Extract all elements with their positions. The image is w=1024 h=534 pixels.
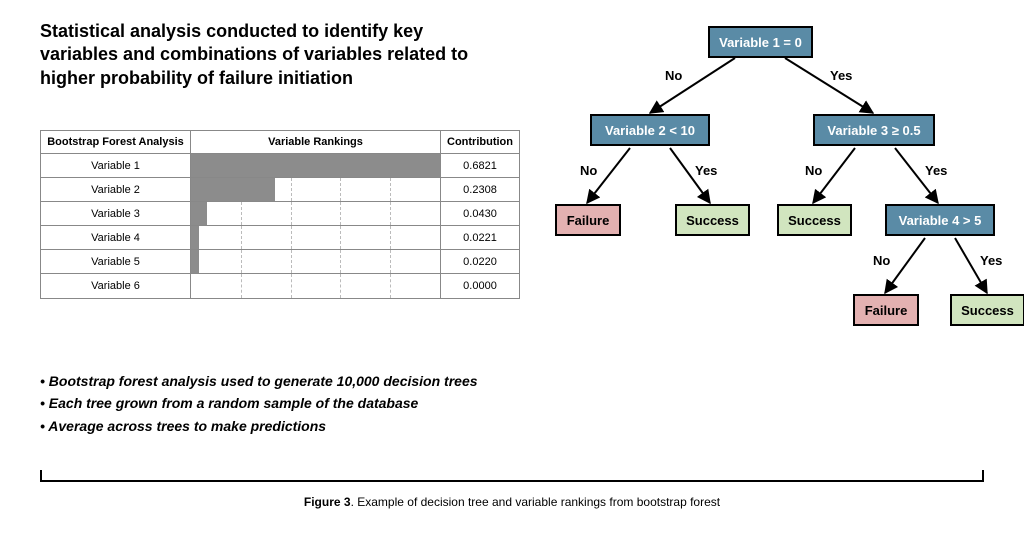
- caption-rest: . Example of decision tree and variable …: [351, 495, 721, 509]
- tree-node-success-1: Success: [675, 204, 750, 236]
- row-variable-name: Variable 1: [41, 154, 191, 177]
- row-variable-name: Variable 3: [41, 202, 191, 225]
- edge-no: No: [665, 68, 682, 83]
- bullet-list: Bootstrap forest analysis used to genera…: [40, 370, 590, 437]
- table-row: Variable 6 0.0000: [41, 274, 519, 298]
- contribution-bar: [191, 250, 199, 273]
- tree-node-success-3: Success: [950, 294, 1024, 326]
- tree-node-var2: Variable 2 < 10: [590, 114, 710, 146]
- row-variable-name: Variable 2: [41, 178, 191, 201]
- table-row: Variable 1 0.6821: [41, 154, 519, 178]
- row-contribution-value: 0.0430: [441, 202, 519, 225]
- table-row: Variable 3 0.0430: [41, 202, 519, 226]
- table-row: Variable 5 0.0220: [41, 250, 519, 274]
- row-contribution-value: 0.6821: [441, 154, 519, 177]
- row-bar-cell: [191, 178, 441, 201]
- contribution-bar: [191, 202, 207, 225]
- bullet-item: Average across trees to make predictions: [40, 415, 590, 437]
- tree-node-root: Variable 1 = 0: [708, 26, 813, 58]
- edge-yes: Yes: [695, 163, 717, 178]
- row-contribution-value: 0.0000: [441, 274, 519, 298]
- row-variable-name: Variable 5: [41, 250, 191, 273]
- rankings-table: Bootstrap Forest Analysis Variable Ranki…: [40, 130, 520, 299]
- tree-node-success-2: Success: [777, 204, 852, 236]
- decision-tree: Variable 1 = 0 Variable 2 < 10 Variable …: [555, 18, 1005, 418]
- table-row: Variable 2 0.2308: [41, 178, 519, 202]
- row-contribution-value: 0.2308: [441, 178, 519, 201]
- edge-no: No: [873, 253, 890, 268]
- bullet-item: Bootstrap forest analysis used to genera…: [40, 370, 590, 392]
- row-contribution-value: 0.0221: [441, 226, 519, 249]
- header-rankings: Variable Rankings: [191, 131, 441, 153]
- row-contribution-value: 0.0220: [441, 250, 519, 273]
- row-bar-cell: [191, 202, 441, 225]
- row-bar-cell: [191, 154, 441, 177]
- header-analysis: Bootstrap Forest Analysis: [41, 131, 191, 153]
- edge-yes: Yes: [980, 253, 1002, 268]
- table-header-row: Bootstrap Forest Analysis Variable Ranki…: [41, 131, 519, 154]
- table-row: Variable 4 0.0221: [41, 226, 519, 250]
- row-variable-name: Variable 4: [41, 226, 191, 249]
- page-title: Statistical analysis conducted to identi…: [40, 20, 500, 90]
- bullet-item: Each tree grown from a random sample of …: [40, 392, 590, 414]
- header-contribution: Contribution: [441, 131, 519, 153]
- row-bar-cell: [191, 250, 441, 273]
- tree-node-var3: Variable 3 ≥ 0.5: [813, 114, 935, 146]
- caption-lead: Figure 3: [304, 495, 351, 509]
- row-variable-name: Variable 6: [41, 274, 191, 298]
- edge-yes: Yes: [925, 163, 947, 178]
- edge-no: No: [580, 163, 597, 178]
- tree-node-failure-left: Failure: [555, 204, 621, 236]
- contribution-bar: [191, 154, 440, 177]
- contribution-bar: [191, 226, 199, 249]
- contribution-bar: [191, 178, 275, 201]
- figure-caption: Figure 3. Example of decision tree and v…: [0, 495, 1024, 509]
- tree-node-var4: Variable 4 > 5: [885, 204, 995, 236]
- caption-bracket: [40, 470, 984, 482]
- edge-no: No: [805, 163, 822, 178]
- tree-node-failure-right: Failure: [853, 294, 919, 326]
- row-bar-cell: [191, 226, 441, 249]
- row-bar-cell: [191, 274, 441, 298]
- edge-yes: Yes: [830, 68, 852, 83]
